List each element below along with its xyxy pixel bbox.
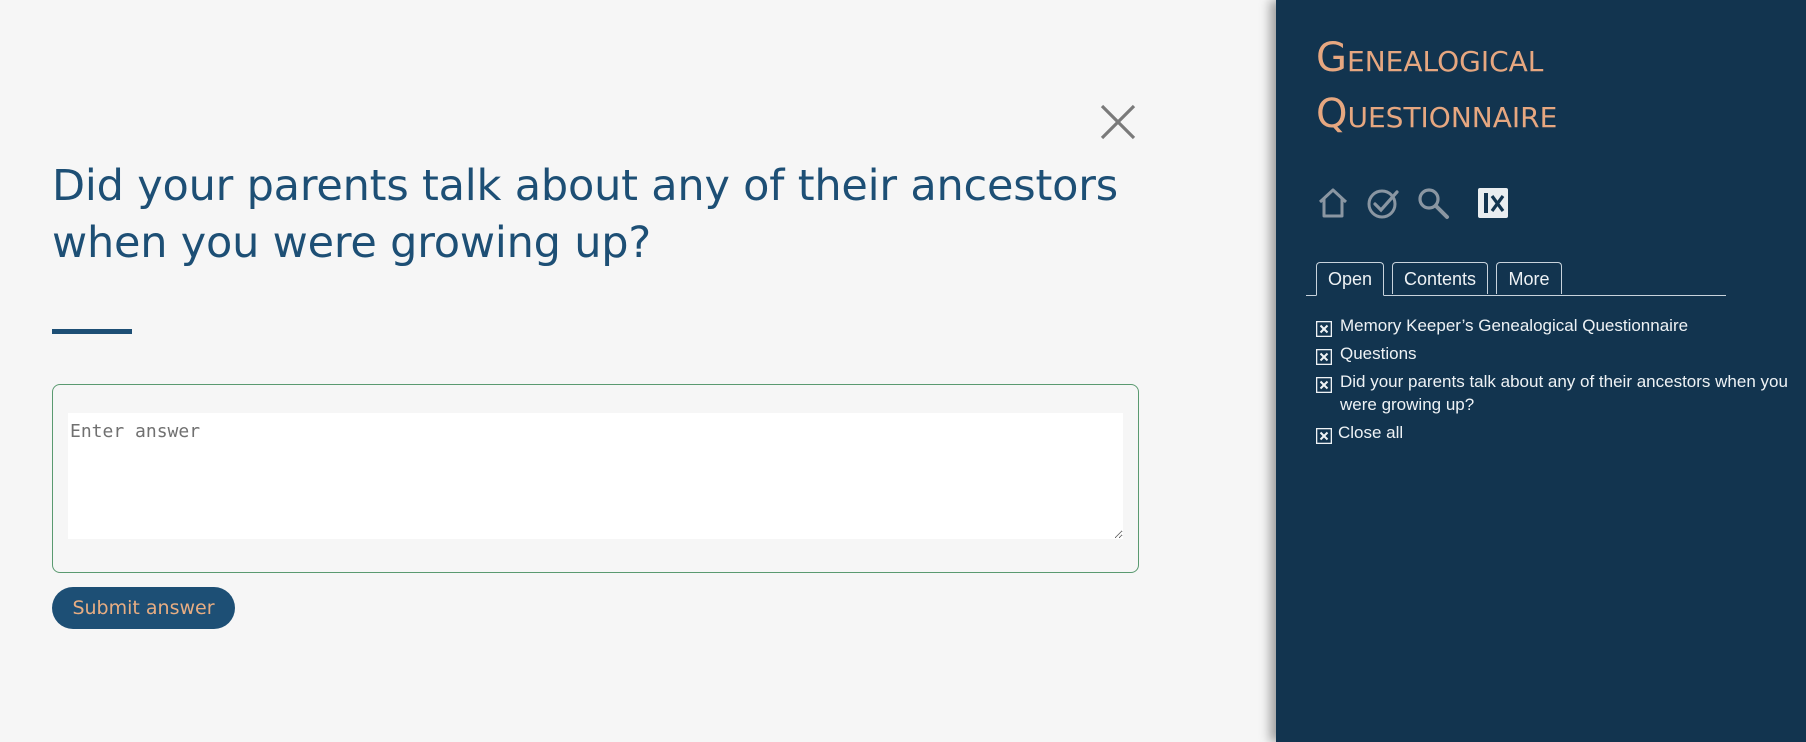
- open-item-label[interactable]: Questions: [1340, 344, 1417, 363]
- close-all-link[interactable]: Close all: [1338, 423, 1403, 442]
- title-divider: [52, 329, 132, 334]
- tab-contents[interactable]: Contents: [1392, 262, 1488, 294]
- sidebar-tabs: Open Contents More: [1306, 262, 1726, 296]
- sidebar-title: Genealogical Questionnaire: [1316, 30, 1776, 142]
- answer-input[interactable]: [68, 413, 1123, 539]
- close-item-icon[interactable]: [1315, 376, 1333, 394]
- close-panel-icon[interactable]: [1476, 186, 1510, 220]
- open-item: Did your parents talk about any of their…: [1315, 370, 1806, 416]
- question-title: Did your parents talk about any of their…: [52, 161, 1118, 268]
- close-all-item: Close all: [1315, 421, 1806, 445]
- open-item-label[interactable]: Memory Keeper’s Genealogical Questionnai…: [1340, 316, 1688, 335]
- answer-form: [52, 384, 1139, 573]
- close-item-icon[interactable]: [1315, 348, 1333, 366]
- close-icon[interactable]: [1098, 102, 1138, 142]
- open-item-label[interactable]: Did your parents talk about any of their…: [1340, 372, 1788, 414]
- sidebar-title-line2: Questionnaire: [1316, 91, 1558, 137]
- search-icon[interactable]: [1416, 186, 1450, 220]
- main-content: Did your parents talk about any of their…: [0, 0, 1276, 742]
- sidebar-title-line1: Genealogical: [1316, 35, 1544, 81]
- submit-answer-button[interactable]: Submit answer: [52, 587, 235, 629]
- close-all-icon[interactable]: [1315, 427, 1333, 445]
- open-item: Questions: [1315, 342, 1806, 366]
- sidebar: Genealogical Questionnaire Open Contents…: [1276, 0, 1806, 742]
- open-items-list: Memory Keeper’s Genealogical Questionnai…: [1315, 314, 1806, 449]
- home-icon[interactable]: [1316, 186, 1350, 220]
- check-circle-icon[interactable]: [1366, 186, 1400, 220]
- tab-more[interactable]: More: [1496, 262, 1562, 294]
- open-item: Memory Keeper’s Genealogical Questionnai…: [1315, 314, 1806, 338]
- close-item-icon[interactable]: [1315, 320, 1333, 338]
- tab-open[interactable]: Open: [1316, 262, 1384, 296]
